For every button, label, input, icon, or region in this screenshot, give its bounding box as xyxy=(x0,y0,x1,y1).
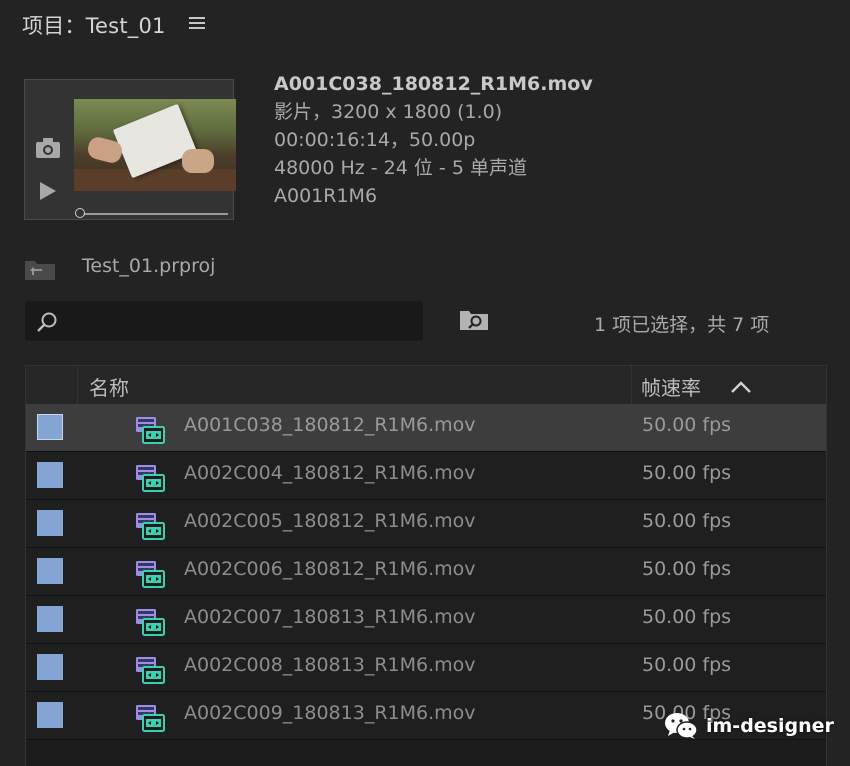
list-item[interactable]: A002C005_180812_R1M6.mov 50.00 fps xyxy=(26,500,826,548)
video-clip-icon xyxy=(136,609,165,636)
chevron-up-icon[interactable] xyxy=(729,379,753,395)
video-clip-icon xyxy=(136,513,165,540)
play-icon[interactable] xyxy=(38,180,58,202)
label-color-chip[interactable] xyxy=(37,558,63,584)
video-clip-icon xyxy=(136,465,165,492)
label-color-chip[interactable] xyxy=(37,702,63,728)
label-color-chip[interactable] xyxy=(37,510,63,536)
label-color-chip[interactable] xyxy=(37,462,63,488)
selection-status: 1 项已选择，共 7 项 xyxy=(594,314,770,336)
video-clip-icon xyxy=(136,705,165,732)
camera-icon[interactable] xyxy=(35,137,61,159)
column-header-name[interactable]: 名称 xyxy=(89,372,129,401)
label-color-chip[interactable] xyxy=(37,606,63,632)
find-bin-icon[interactable] xyxy=(459,309,489,331)
clip-preview[interactable] xyxy=(24,79,236,220)
list-header: 名称 帧速率 xyxy=(26,366,826,405)
clip-name-cell[interactable]: A002C007_180813_R1M6.mov xyxy=(184,606,476,628)
reel-name: A001R1M6 xyxy=(274,185,378,207)
clip-name-cell[interactable]: A002C004_180812_R1M6.mov xyxy=(184,462,476,484)
project-bin-icon[interactable] xyxy=(24,259,56,281)
frame-rate-cell: 50.00 fps xyxy=(642,510,732,532)
project-item-list[interactable]: 名称 帧速率 A001C038_180812_R1M6.mov 50.00 fps… xyxy=(25,365,827,766)
search-field[interactable] xyxy=(25,301,423,341)
column-divider[interactable] xyxy=(77,366,78,404)
search-input[interactable] xyxy=(66,308,410,336)
list-item[interactable]: A001C038_180812_R1M6.mov 50.00 fps xyxy=(26,404,826,452)
watermark-text: im-designer xyxy=(706,715,834,737)
wechat-logo-icon xyxy=(665,713,698,739)
thumbnail-image xyxy=(74,99,236,191)
video-clip-icon xyxy=(136,561,165,588)
clip-name: A001C038_180812_R1M6.mov xyxy=(274,73,593,95)
watermark: im-designer xyxy=(664,710,834,742)
frame-rate-cell: 50.00 fps xyxy=(642,606,732,628)
panel-title: 项目：Test_01 xyxy=(22,14,166,38)
media-info: 影片，3200 x 1800 (1.0) xyxy=(274,101,503,123)
video-clip-icon xyxy=(136,417,165,444)
list-item[interactable]: A002C006_180812_R1M6.mov 50.00 fps xyxy=(26,548,826,596)
scrub-handle[interactable] xyxy=(75,208,85,218)
column-divider[interactable] xyxy=(631,366,632,404)
search-icon xyxy=(37,312,57,332)
frame-rate-cell: 50.00 fps xyxy=(642,462,732,484)
timecode-info: 00:00:16:14，50.00p xyxy=(274,129,476,151)
scrub-bar[interactable] xyxy=(80,213,228,215)
audio-info: 48000 Hz - 24 位 - 5 单声道 xyxy=(274,157,527,179)
clip-name-cell[interactable]: A002C005_180812_R1M6.mov xyxy=(184,510,476,532)
clip-name-cell[interactable]: A001C038_180812_R1M6.mov xyxy=(184,414,476,436)
video-clip-icon xyxy=(136,657,165,684)
frame-rate-cell: 50.00 fps xyxy=(642,414,732,436)
list-item[interactable]: A002C004_180812_R1M6.mov 50.00 fps xyxy=(26,452,826,500)
frame-rate-cell: 50.00 fps xyxy=(642,558,732,580)
column-header-frame-rate[interactable]: 帧速率 xyxy=(641,372,701,401)
list-item[interactable]: A002C008_180813_R1M6.mov 50.00 fps xyxy=(26,644,826,692)
hamburger-menu-icon[interactable] xyxy=(188,14,206,32)
clip-info: A001C038_180812_R1M6.mov 影片，3200 x 1800 … xyxy=(274,70,593,210)
label-color-chip[interactable] xyxy=(37,654,63,680)
project-file-name[interactable]: Test_01.prproj xyxy=(82,255,215,277)
clip-name-cell[interactable]: A002C009_180813_R1M6.mov xyxy=(184,702,476,724)
list-item[interactable]: A002C007_180813_R1M6.mov 50.00 fps xyxy=(26,596,826,644)
clip-name-cell[interactable]: A002C008_180813_R1M6.mov xyxy=(184,654,476,676)
clip-name-cell[interactable]: A002C006_180812_R1M6.mov xyxy=(184,558,476,580)
label-color-chip[interactable] xyxy=(37,414,63,440)
frame-rate-cell: 50.00 fps xyxy=(642,654,732,676)
